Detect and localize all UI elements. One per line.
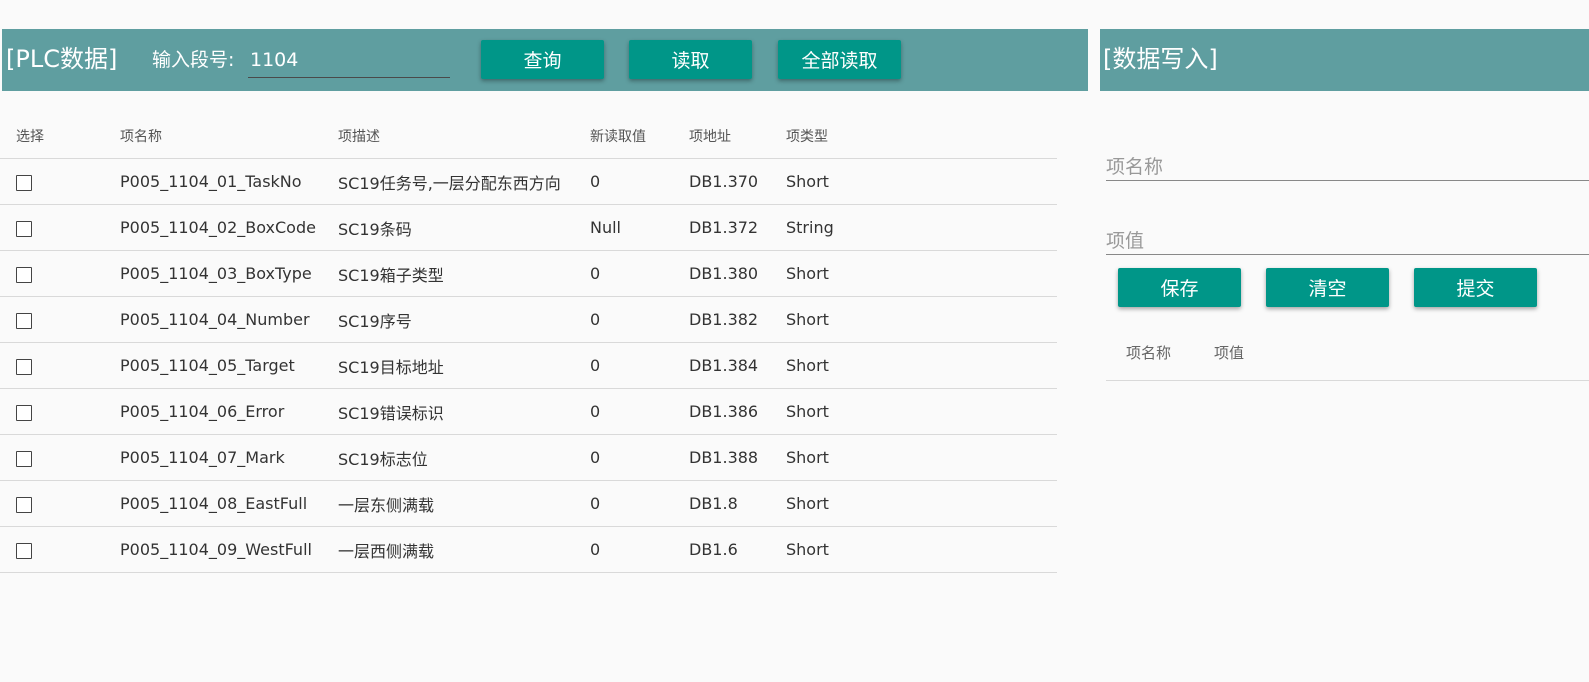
- row-value: 0: [590, 480, 689, 527]
- row-value: 0: [590, 158, 689, 205]
- plc-header-bar: [PLC数据] 输入段号: 查询 读取 全部读取: [2, 29, 1088, 91]
- header-desc[interactable]: 项描述: [338, 114, 590, 159]
- row-name: P005_1104_08_EastFull: [120, 480, 338, 527]
- table-row[interactable]: P005_1104_05_Target SC19目标地址 0 DB1.384 Short: [0, 342, 1057, 389]
- row-type: Short: [786, 388, 1057, 435]
- row-value: 0: [590, 526, 689, 573]
- query-button[interactable]: 查询: [481, 40, 604, 79]
- header-address[interactable]: 项地址: [689, 114, 786, 159]
- segment-input[interactable]: [248, 43, 450, 78]
- row-checkbox[interactable]: [16, 312, 32, 329]
- row-name: P005_1104_03_BoxType: [120, 250, 338, 297]
- header-value[interactable]: 新读取值: [590, 114, 689, 159]
- row-select-cell: [0, 388, 120, 435]
- write-title: [数据写入]: [1103, 45, 1218, 73]
- row-type: Short: [786, 434, 1057, 481]
- segment-label: 输入段号:: [152, 49, 235, 71]
- row-select-cell: [0, 526, 120, 573]
- write-list-divider: [1106, 380, 1589, 381]
- table-row[interactable]: P005_1104_09_WestFull 一层西侧满载 0 DB1.6 Short: [0, 526, 1057, 573]
- write-list-header-value[interactable]: 项值: [1214, 342, 1244, 363]
- row-checkbox[interactable]: [16, 266, 32, 283]
- row-value: 0: [590, 342, 689, 389]
- item-value-placeholder: 项值: [1106, 230, 1145, 252]
- table-row[interactable]: P005_1104_07_Mark SC19标志位 0 DB1.388 Short: [0, 434, 1057, 481]
- row-type: Short: [786, 296, 1057, 343]
- row-checkbox[interactable]: [16, 220, 32, 237]
- table-row[interactable]: P005_1104_04_Number SC19序号 0 DB1.382 Short: [0, 296, 1057, 343]
- row-desc: SC19序号: [338, 296, 590, 343]
- table-row[interactable]: P005_1104_02_BoxCode SC19条码 Null DB1.372 Str…: [0, 204, 1057, 251]
- read-button[interactable]: 读取: [629, 40, 752, 79]
- row-address: DB1.382: [689, 296, 786, 343]
- plc-title: [PLC数据]: [6, 45, 118, 73]
- row-name: P005_1104_01_TaskNo: [120, 158, 338, 205]
- row-checkbox[interactable]: [16, 450, 32, 467]
- row-address: DB1.370: [689, 158, 786, 205]
- submit-button[interactable]: 提交: [1414, 268, 1537, 307]
- row-address: DB1.372: [689, 204, 786, 251]
- header-name[interactable]: 项名称: [120, 114, 338, 159]
- read-all-button[interactable]: 全部读取: [778, 40, 901, 79]
- row-type: Short: [786, 480, 1057, 527]
- row-desc: SC19目标地址: [338, 342, 590, 389]
- row-desc: SC19条码: [338, 204, 590, 251]
- row-value: 0: [590, 250, 689, 297]
- row-select-cell: [0, 204, 120, 251]
- row-select-cell: [0, 480, 120, 527]
- row-name: P005_1104_06_Error: [120, 388, 338, 435]
- row-address: DB1.388: [689, 434, 786, 481]
- row-desc: 一层东侧满载: [338, 480, 590, 527]
- item-name-placeholder: 项名称: [1106, 156, 1164, 178]
- table-row[interactable]: P005_1104_08_EastFull 一层东侧满载 0 DB1.8 Short: [0, 480, 1057, 527]
- row-type: Short: [786, 526, 1057, 573]
- row-value: Null: [590, 204, 689, 251]
- row-desc: SC19任务号,一层分配东西方向: [338, 158, 590, 205]
- row-desc: SC19错误标识: [338, 388, 590, 435]
- table-row[interactable]: P005_1104_03_BoxType SC19箱子类型 0 DB1.380 Shor…: [0, 250, 1057, 297]
- row-checkbox[interactable]: [16, 404, 32, 421]
- row-value: 0: [590, 434, 689, 481]
- clear-button[interactable]: 清空: [1266, 268, 1389, 307]
- row-type: String: [786, 204, 1057, 251]
- row-select-cell: [0, 296, 120, 343]
- row-desc: 一层西侧满载: [338, 526, 590, 573]
- row-checkbox[interactable]: [16, 174, 32, 191]
- header-select[interactable]: 选择: [0, 114, 120, 159]
- row-select-cell: [0, 250, 120, 297]
- row-value: 0: [590, 388, 689, 435]
- row-type: Short: [786, 342, 1057, 389]
- row-address: DB1.6: [689, 526, 786, 573]
- write-list-header-name[interactable]: 项名称: [1126, 342, 1171, 363]
- row-name: P005_1104_04_Number: [120, 296, 338, 343]
- row-name: P005_1104_09_WestFull: [120, 526, 338, 573]
- row-select-cell: [0, 158, 120, 205]
- row-name: P005_1104_07_Mark: [120, 434, 338, 481]
- row-checkbox[interactable]: [16, 542, 32, 559]
- row-address: DB1.384: [689, 342, 786, 389]
- row-desc: SC19标志位: [338, 434, 590, 481]
- table-row[interactable]: P005_1104_01_TaskNo SC19任务号,一层分配东西方向 0 DB1.…: [0, 158, 1057, 205]
- row-checkbox[interactable]: [16, 496, 32, 513]
- row-address: DB1.380: [689, 250, 786, 297]
- row-select-cell: [0, 342, 120, 389]
- write-header-bar: [数据写入]: [1100, 29, 1589, 91]
- row-address: DB1.386: [689, 388, 786, 435]
- table-header-row: 选择 项名称 项描述 新读取值 项地址 项类型: [0, 114, 1057, 159]
- row-name: P005_1104_05_Target: [120, 342, 338, 389]
- row-address: DB1.8: [689, 480, 786, 527]
- row-desc: SC19箱子类型: [338, 250, 590, 297]
- row-name: P005_1104_02_BoxCode: [120, 204, 338, 251]
- plc-data-table: 选择 项名称 项描述 新读取值 项地址 项类型 P005_1104_01_Tas…: [0, 114, 1057, 573]
- save-button[interactable]: 保存: [1118, 268, 1241, 307]
- item-value-field[interactable]: 项值: [1106, 224, 1589, 255]
- row-value: 0: [590, 296, 689, 343]
- item-name-field[interactable]: 项名称: [1106, 150, 1589, 181]
- table-row[interactable]: P005_1104_06_Error SC19错误标识 0 DB1.386 Short: [0, 388, 1057, 435]
- row-select-cell: [0, 434, 120, 481]
- row-checkbox[interactable]: [16, 358, 32, 375]
- row-type: Short: [786, 250, 1057, 297]
- row-type: Short: [786, 158, 1057, 205]
- header-type[interactable]: 项类型: [786, 114, 1057, 159]
